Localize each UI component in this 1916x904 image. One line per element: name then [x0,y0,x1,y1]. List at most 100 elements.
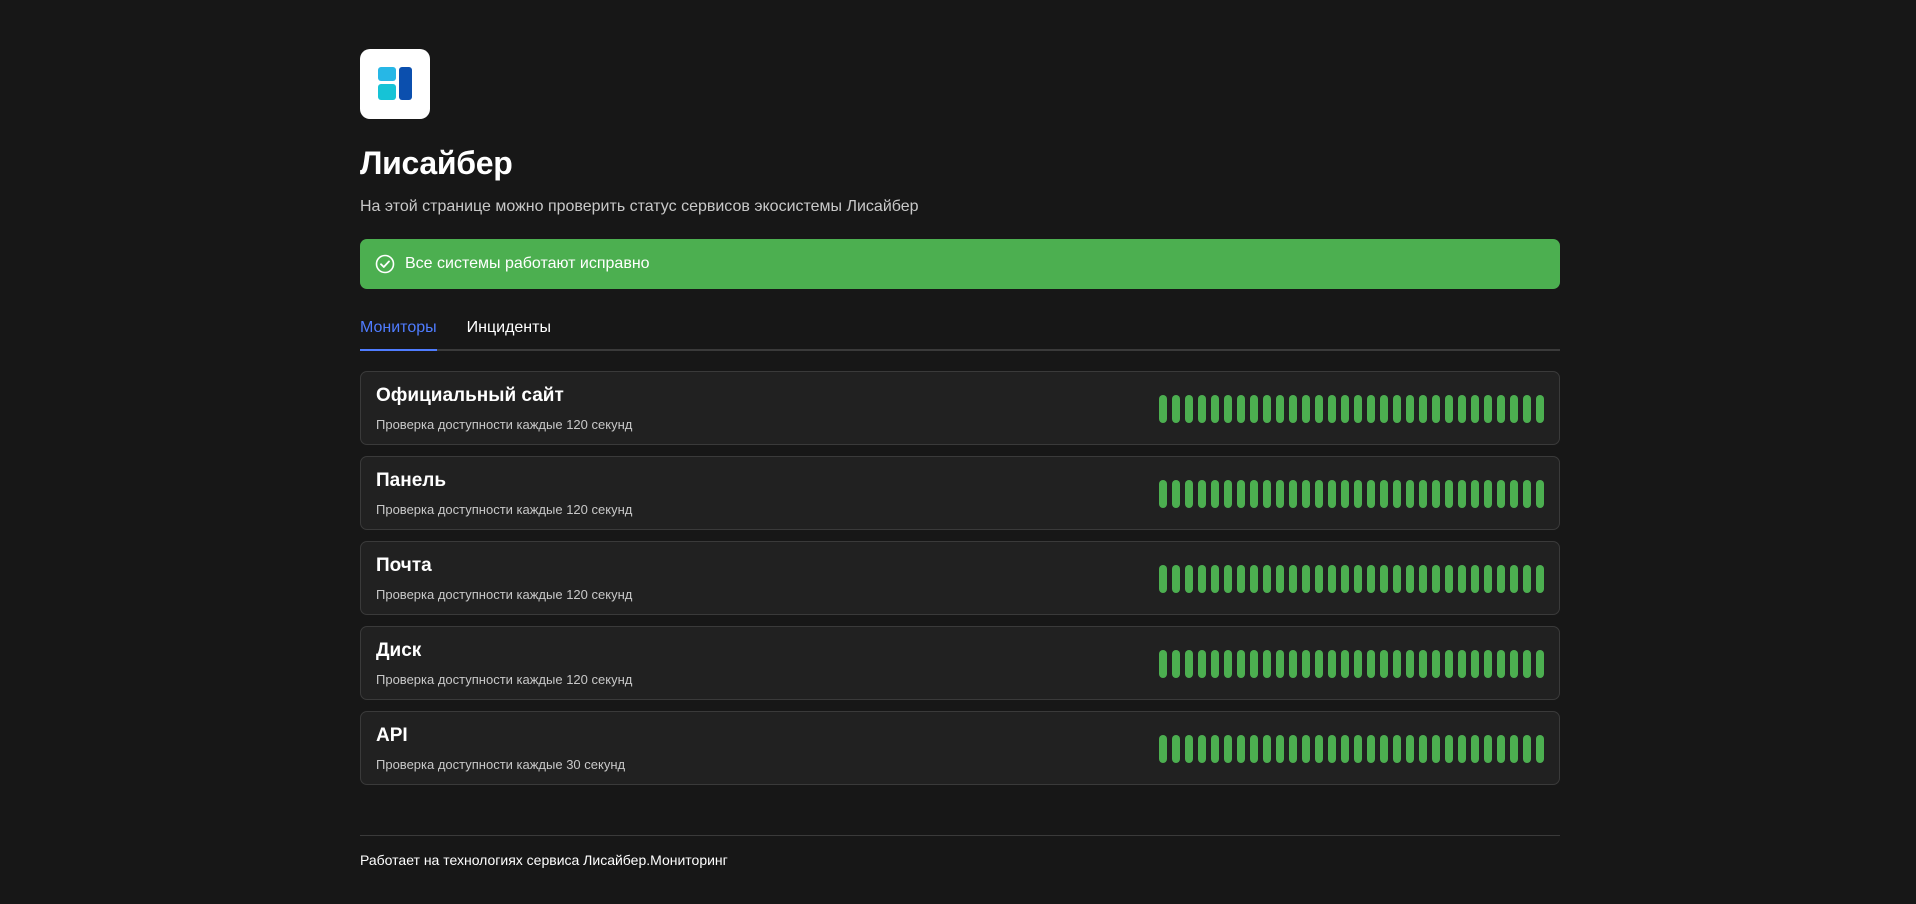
uptime-bar[interactable] [1159,480,1167,508]
uptime-bar[interactable] [1523,735,1531,763]
uptime-bar[interactable] [1445,735,1453,763]
uptime-bar[interactable] [1406,735,1414,763]
uptime-bar[interactable] [1510,565,1518,593]
uptime-bar[interactable] [1224,650,1232,678]
monitor-card-mail[interactable]: Почта Проверка доступности каждые 120 се… [360,541,1560,615]
uptime-bar[interactable] [1159,735,1167,763]
uptime-bar[interactable] [1536,650,1544,678]
uptime-bar[interactable] [1419,395,1427,423]
uptime-bar[interactable] [1341,565,1349,593]
uptime-bar[interactable] [1393,735,1401,763]
uptime-bar[interactable] [1328,395,1336,423]
uptime-bar[interactable] [1354,565,1362,593]
uptime-bar[interactable] [1198,735,1206,763]
uptime-bar[interactable] [1198,650,1206,678]
uptime-bar[interactable] [1185,735,1193,763]
uptime-bar[interactable] [1484,395,1492,423]
uptime-bar[interactable] [1237,650,1245,678]
uptime-bar[interactable] [1432,735,1440,763]
uptime-bar[interactable] [1523,650,1531,678]
uptime-bar[interactable] [1302,650,1310,678]
uptime-bar[interactable] [1224,565,1232,593]
uptime-bar[interactable] [1250,650,1258,678]
uptime-bar[interactable] [1393,480,1401,508]
tab-monitors[interactable]: Мониторы [360,311,437,351]
uptime-bar[interactable] [1328,480,1336,508]
uptime-bar[interactable] [1172,735,1180,763]
uptime-bar[interactable] [1458,565,1466,593]
uptime-bar[interactable] [1263,395,1271,423]
uptime-bar[interactable] [1354,650,1362,678]
uptime-bar[interactable] [1497,565,1505,593]
uptime-bar[interactable] [1172,395,1180,423]
uptime-bar[interactable] [1302,480,1310,508]
uptime-bar[interactable] [1458,480,1466,508]
uptime-bar[interactable] [1432,480,1440,508]
uptime-bar[interactable] [1341,650,1349,678]
uptime-bar[interactable] [1276,650,1284,678]
uptime-bar[interactable] [1159,650,1167,678]
uptime-bar[interactable] [1328,565,1336,593]
uptime-bar[interactable] [1250,735,1258,763]
uptime-bar[interactable] [1289,735,1297,763]
uptime-bar[interactable] [1172,480,1180,508]
uptime-bar[interactable] [1536,480,1544,508]
uptime-bar[interactable] [1471,565,1479,593]
uptime-bar[interactable] [1536,735,1544,763]
uptime-bar[interactable] [1302,565,1310,593]
uptime-bar[interactable] [1237,480,1245,508]
uptime-bar[interactable] [1367,565,1375,593]
uptime-bar[interactable] [1419,565,1427,593]
uptime-bar[interactable] [1367,395,1375,423]
uptime-bar[interactable] [1211,480,1219,508]
uptime-bar[interactable] [1354,735,1362,763]
uptime-bar[interactable] [1315,565,1323,593]
uptime-bar[interactable] [1432,565,1440,593]
uptime-bar[interactable] [1510,395,1518,423]
uptime-bar[interactable] [1185,395,1193,423]
uptime-bar[interactable] [1185,650,1193,678]
uptime-bar[interactable] [1198,480,1206,508]
uptime-bar[interactable] [1302,395,1310,423]
uptime-bar[interactable] [1224,480,1232,508]
uptime-bar[interactable] [1263,735,1271,763]
uptime-bar[interactable] [1224,395,1232,423]
uptime-bar[interactable] [1276,395,1284,423]
uptime-bar[interactable] [1484,735,1492,763]
uptime-bar[interactable] [1380,480,1388,508]
uptime-bar[interactable] [1315,480,1323,508]
uptime-bar[interactable] [1523,395,1531,423]
uptime-bar[interactable] [1471,735,1479,763]
uptime-bar[interactable] [1471,650,1479,678]
uptime-bar[interactable] [1484,565,1492,593]
uptime-bar[interactable] [1458,650,1466,678]
uptime-bar[interactable] [1211,565,1219,593]
uptime-bar[interactable] [1276,735,1284,763]
uptime-bar[interactable] [1185,565,1193,593]
monitor-card-panel[interactable]: Панель Проверка доступности каждые 120 с… [360,456,1560,530]
uptime-bar[interactable] [1406,395,1414,423]
uptime-bar[interactable] [1159,395,1167,423]
uptime-bar[interactable] [1380,735,1388,763]
uptime-bar[interactable] [1471,480,1479,508]
uptime-bar[interactable] [1328,735,1336,763]
uptime-bar[interactable] [1393,395,1401,423]
uptime-bar[interactable] [1237,395,1245,423]
uptime-bar[interactable] [1315,735,1323,763]
uptime-bar[interactable] [1250,395,1258,423]
uptime-bar[interactable] [1354,480,1362,508]
uptime-bar[interactable] [1536,395,1544,423]
uptime-bar[interactable] [1432,650,1440,678]
uptime-bar[interactable] [1367,735,1375,763]
tab-incidents[interactable]: Инциденты [467,311,551,349]
uptime-bar[interactable] [1367,480,1375,508]
uptime-bar[interactable] [1393,650,1401,678]
uptime-bar[interactable] [1484,480,1492,508]
uptime-bar[interactable] [1380,395,1388,423]
uptime-bar[interactable] [1198,395,1206,423]
uptime-bar[interactable] [1497,480,1505,508]
uptime-bar[interactable] [1497,650,1505,678]
monitor-card-official-site[interactable]: Официальный сайт Проверка доступности ка… [360,371,1560,445]
uptime-bar[interactable] [1289,650,1297,678]
uptime-bar[interactable] [1341,480,1349,508]
